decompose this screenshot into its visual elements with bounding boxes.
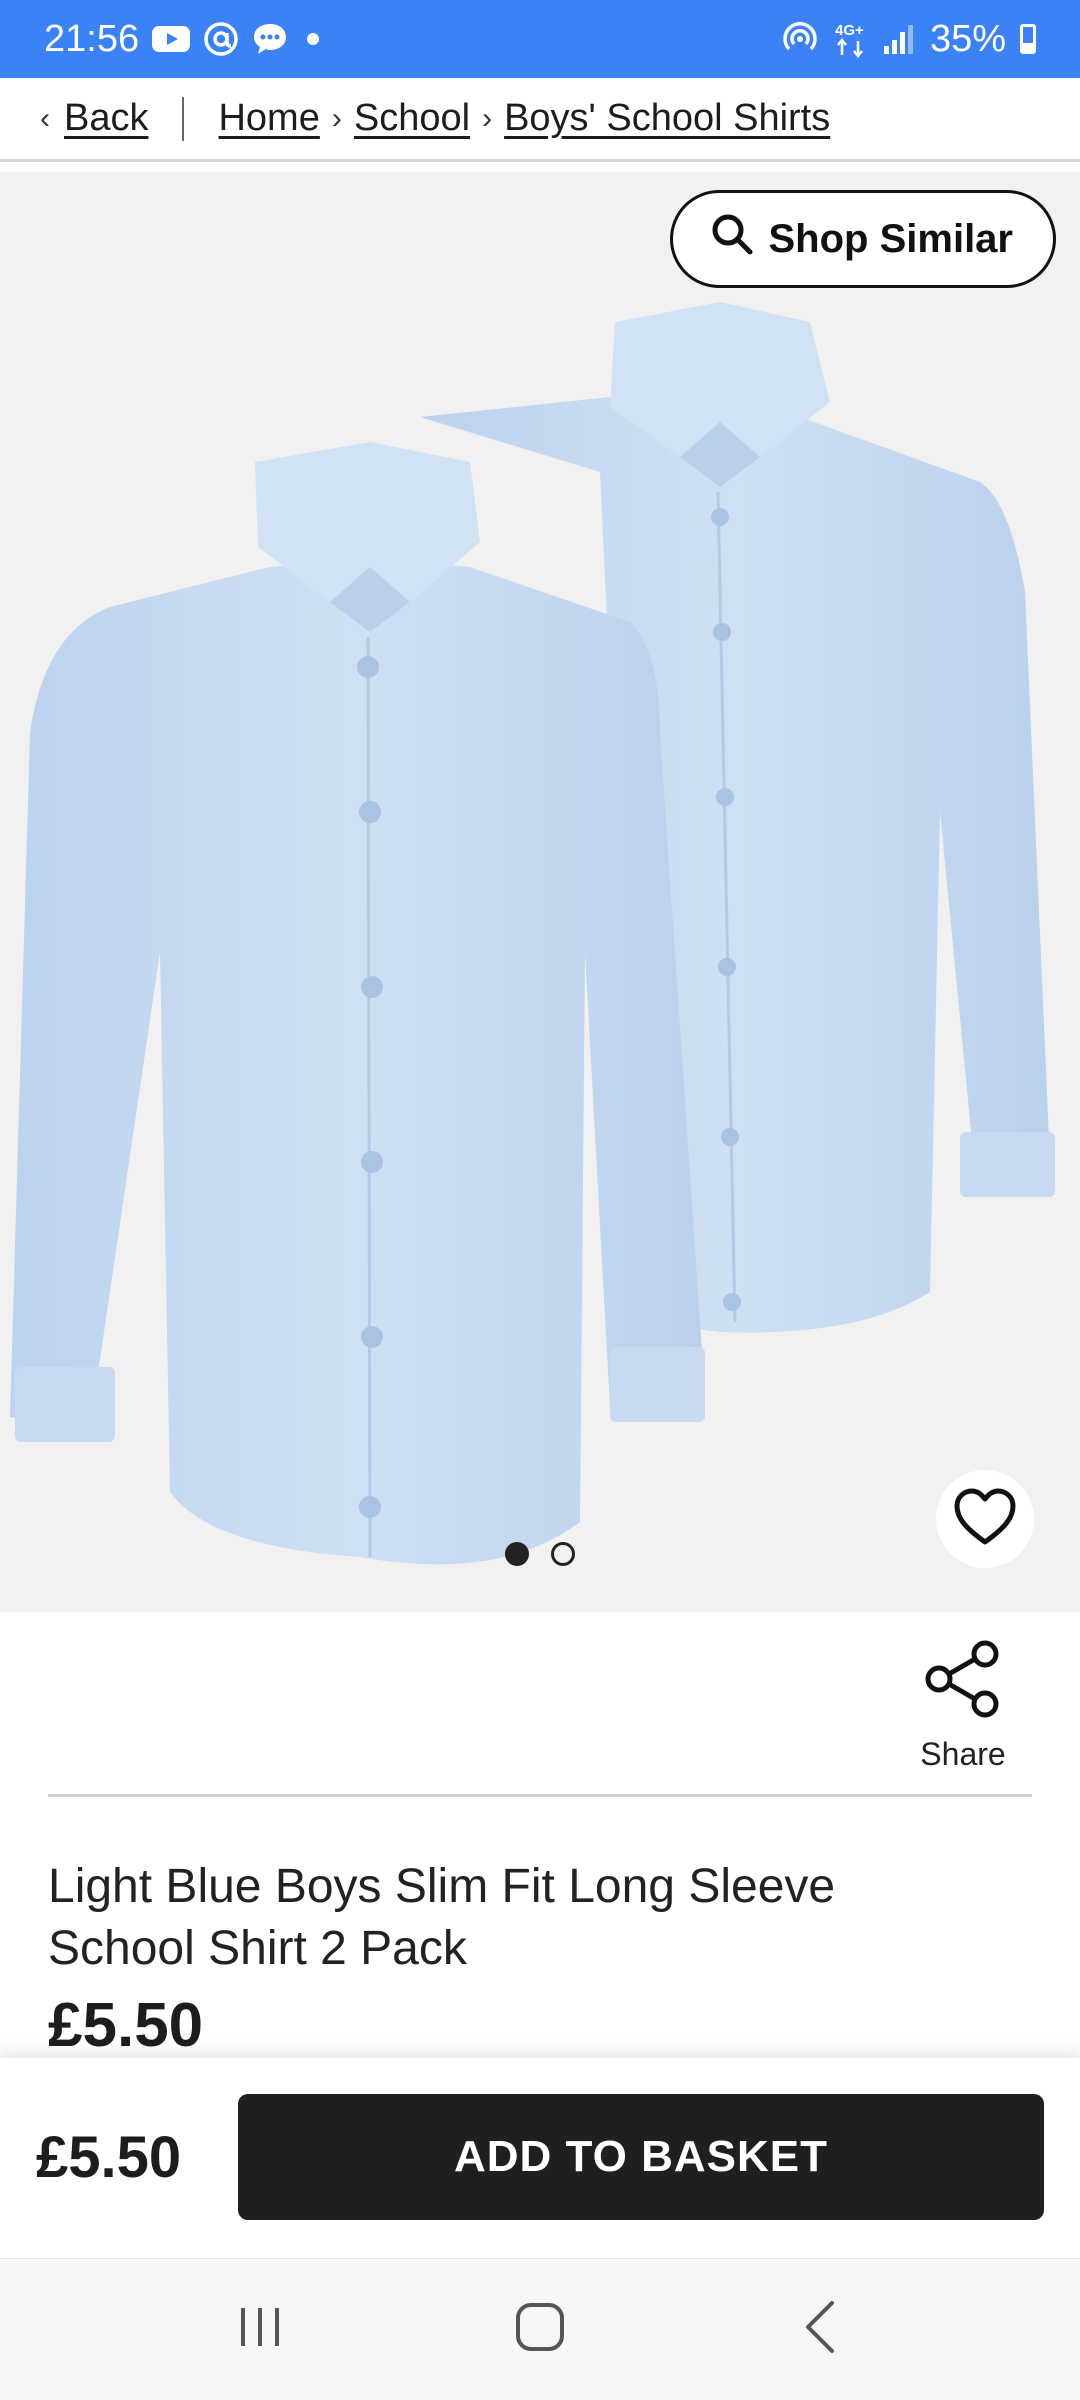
status-time: 21:56: [44, 17, 140, 60]
carousel-dot[interactable]: [505, 1542, 529, 1566]
chevron-right-icon: ›: [482, 101, 493, 135]
back-button[interactable]: [760, 2270, 880, 2390]
breadcrumb: ‹ Back Home › School › Boys' School Shir…: [0, 78, 1080, 162]
breadcrumb-divider: [182, 96, 185, 141]
recent-apps-button[interactable]: [200, 2270, 320, 2390]
chevron-right-icon: ›: [331, 101, 342, 135]
share-label: Share: [920, 1736, 1006, 1772]
chevron-left-icon: ‹: [40, 101, 50, 135]
svg-text:4G+: 4G+: [835, 22, 864, 39]
carousel-dots: [0, 1542, 1080, 1566]
back-link[interactable]: Back: [64, 97, 148, 140]
product-image-carousel[interactable]: Shop Similar: [0, 172, 1080, 1612]
share-button[interactable]: Share: [898, 1640, 1028, 1773]
carousel-dot[interactable]: [551, 1542, 575, 1566]
home-icon: [514, 2301, 566, 2358]
shop-similar-label: Shop Similar: [768, 216, 1014, 261]
chat-icon: [251, 21, 289, 57]
status-bar: 21:56 4G+ 35%: [0, 0, 1080, 78]
youtube-icon: [151, 24, 191, 54]
shop-similar-button[interactable]: Shop Similar: [669, 190, 1056, 288]
at-icon: [203, 21, 239, 57]
home-button[interactable]: [480, 2270, 600, 2390]
shirt-front: [10, 442, 705, 1565]
basket-bar-price: £5.50: [36, 2124, 182, 2190]
section-divider: [48, 1794, 1032, 1797]
breadcrumb-school-link[interactable]: School: [354, 97, 470, 140]
battery-icon: [1020, 24, 1036, 54]
hotspot-icon: [780, 19, 820, 59]
breadcrumb-home-link[interactable]: Home: [218, 97, 319, 140]
add-to-basket-button[interactable]: ADD TO BASKET: [238, 2094, 1044, 2220]
system-nav-bar: [0, 2258, 1080, 2400]
share-icon: [923, 1640, 1003, 1726]
search-icon: [709, 211, 755, 267]
product-price: £5.50: [48, 1991, 204, 2060]
product-title: Light Blue Boys Slim Fit Long Sleeve Sch…: [48, 1860, 836, 1975]
network-4g-icon: 4G+: [834, 19, 868, 59]
product-image: [10, 302, 1055, 1565]
recent-apps-icon: [235, 2302, 285, 2357]
dot-icon: [301, 27, 325, 51]
breadcrumb-category-link[interactable]: Boys' School Shirts: [504, 97, 830, 140]
signal-icon: [882, 22, 916, 56]
battery-percent: 35%: [929, 17, 1006, 60]
back-arrow-icon: [800, 2299, 840, 2360]
basket-bar: £5.50 ADD TO BASKET: [0, 2058, 1080, 2256]
